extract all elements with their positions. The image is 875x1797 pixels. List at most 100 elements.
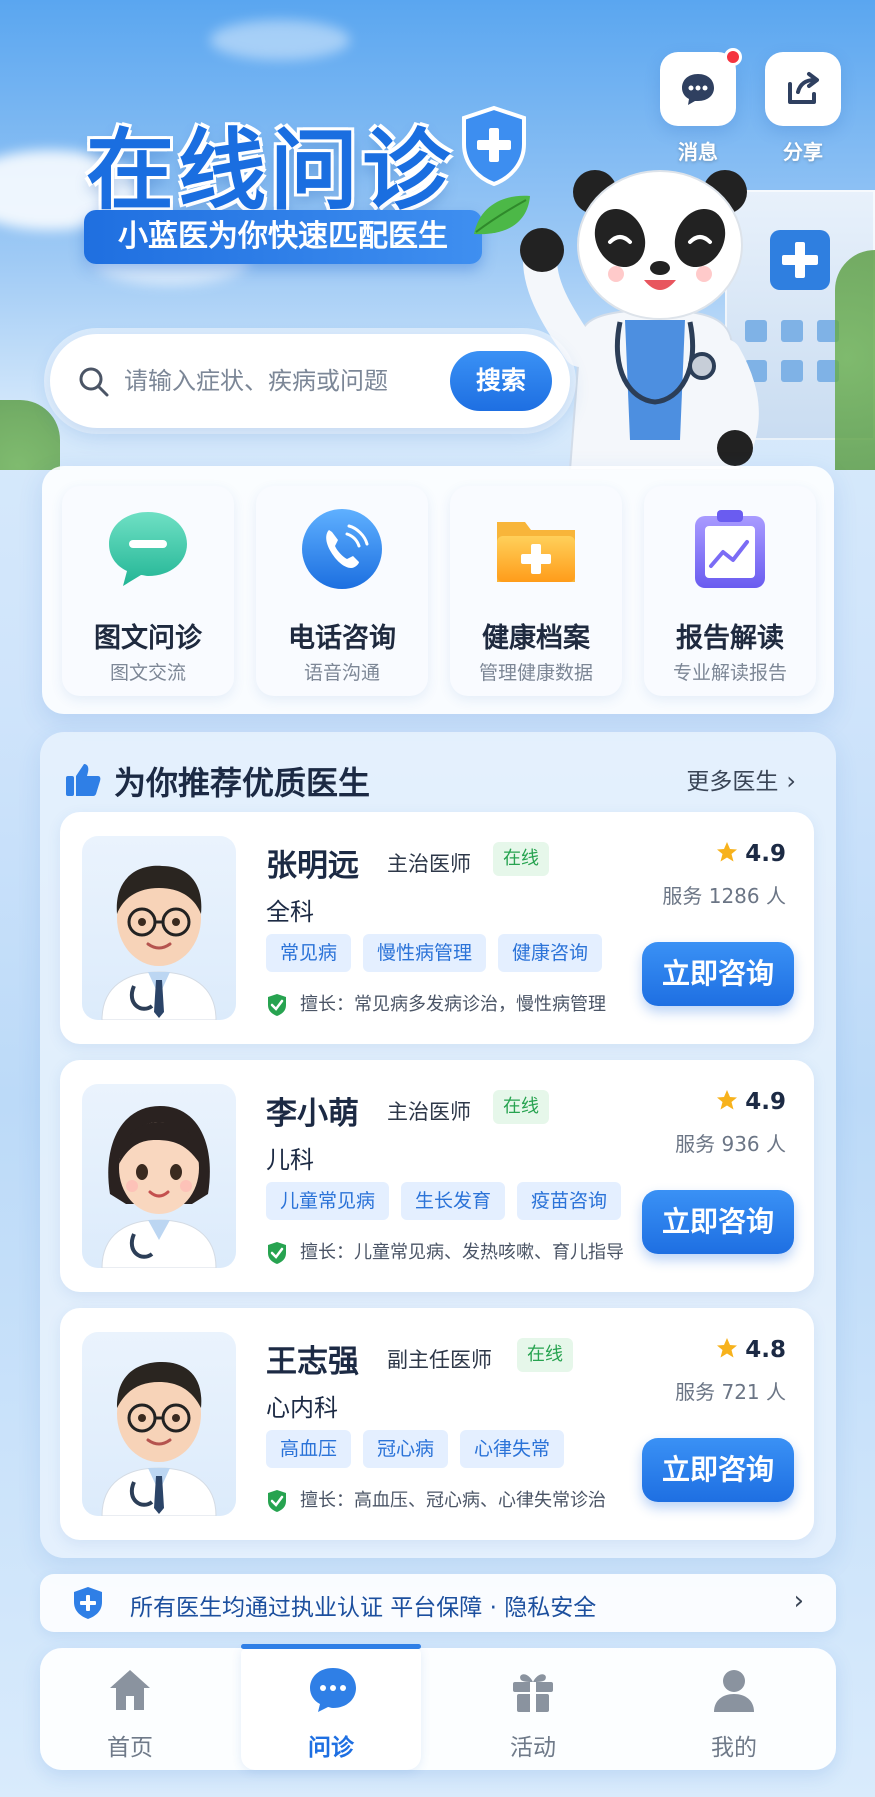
specialty-tag: 慢性病管理 [363, 934, 487, 972]
nav-label: 活动 [510, 1735, 556, 1761]
gift-icon [513, 1674, 553, 1712]
shield-plus-icon [74, 1587, 102, 1619]
nav-item-consult[interactable]: 问诊 [241, 1644, 421, 1770]
verified-check-icon [268, 1242, 286, 1264]
more-doctors-link[interactable]: 更多医生 › [686, 762, 796, 796]
online-status-badge: 在线 [517, 1338, 573, 1372]
thumbs-up-icon [66, 764, 101, 796]
service-report-interpretation[interactable]: 报告解读 专业解读报告 [644, 486, 816, 696]
certification-notice[interactable]: 所有医生均通过执业认证 平台保障 · 隐私安全 › [40, 1574, 836, 1632]
nav-label: 问诊 [308, 1735, 354, 1761]
doctor-tags: 常见病 慢性病管理 健康咨询 [266, 934, 614, 972]
online-status-badge: 在线 [493, 1090, 549, 1124]
specialty-tag: 健康咨询 [498, 934, 603, 972]
served-count: 服务 721 人 [675, 1380, 786, 1404]
notice-text: 所有医生均通过执业认证 平台保障 · 隐私安全 [130, 1595, 597, 1621]
message-label: 消息 [678, 140, 718, 164]
service-health-records[interactable]: 健康档案 管理健康数据 [450, 486, 622, 696]
service-subtitle: 管理健康数据 [478, 662, 593, 684]
search-bar: 搜索 [50, 334, 570, 428]
star-icon [717, 1338, 738, 1358]
doctor-name: 张明远 [266, 848, 359, 884]
consult-now-button[interactable]: 立即咨询 [642, 1190, 794, 1254]
rating-value: 4.9 [745, 841, 786, 867]
doctor-title: 主治医师 [387, 1100, 471, 1124]
doctor-title: 副主任医师 [387, 1348, 492, 1372]
specialty-tag: 儿童常见病 [266, 1182, 390, 1220]
skill-text: 擅长：高血压、冠心病、心律失常诊治 [300, 1490, 606, 1511]
specialty-tag: 冠心病 [363, 1430, 449, 1468]
nav-item-home[interactable]: 首页 [40, 1648, 220, 1770]
service-title: 报告解读 [676, 623, 784, 654]
doctor-department: 心内科 [266, 1394, 338, 1422]
phone-icon [302, 509, 382, 589]
doctor-skill: 擅长：常见病多发病诊治，慢性病管理 [266, 990, 606, 1017]
doctor-card[interactable]: 张明远 主治医师 在线 全科 常见病 慢性病管理 健康咨询 擅长：常见病多发病诊治，… [60, 812, 814, 1044]
served-count: 服务 1286 人 [662, 884, 786, 908]
search-button[interactable]: 搜索 [450, 351, 552, 411]
chevron-right-icon: › [786, 767, 796, 795]
report-clipboard-icon [695, 510, 765, 588]
nav-label: 我的 [711, 1735, 757, 1761]
nav-item-profile[interactable]: 我的 [644, 1648, 824, 1770]
share-button[interactable] [765, 52, 841, 126]
consult-now-button[interactable]: 立即咨询 [642, 1438, 794, 1502]
doctor-skill: 擅长：儿童常见病、发热咳嗽、育儿指导 [266, 1238, 624, 1265]
profile-icon [714, 1670, 754, 1712]
nav-item-activity[interactable]: 活动 [443, 1648, 623, 1770]
health-folder-icon [497, 522, 575, 582]
recommended-doctors-section: 为你推荐优质医生 更多医生 › 张明远 主治医师 在线 全科 常见病 慢性病管理… [40, 732, 836, 1558]
doctor-title: 主治医师 [387, 852, 471, 876]
home-icon [110, 1670, 150, 1710]
consult-chat-icon [310, 1668, 356, 1712]
doctor-name: 李小萌 [266, 1096, 359, 1132]
service-title: 健康档案 [482, 623, 590, 654]
doctor-rating: 4.9 [715, 1088, 786, 1115]
specialty-tag: 心律失常 [460, 1430, 565, 1468]
search-icon [79, 367, 109, 397]
share-icon [788, 72, 819, 104]
chevron-right-icon: › [793, 1586, 804, 1616]
nav-label: 首页 [107, 1735, 153, 1761]
service-subtitle: 语音沟通 [303, 662, 380, 684]
page-title: 在线问诊 [86, 119, 455, 222]
specialty-tag: 生长发育 [401, 1182, 506, 1220]
service-phone-consult[interactable]: 电话咨询 语音沟通 [256, 486, 428, 696]
doctor-tags: 高血压 冠心病 心律失常 [266, 1430, 576, 1468]
doctor-tags: 儿童常见病 生长发育 疫苗咨询 [266, 1182, 633, 1220]
service-image-text-consult[interactable]: 图文问诊 图文交流 [62, 486, 234, 696]
rating-value: 4.9 [745, 1089, 786, 1115]
online-status-badge: 在线 [493, 842, 549, 876]
doctor-name: 王志强 [266, 1344, 359, 1380]
verified-check-icon [268, 1490, 286, 1512]
hero-subtitle: 小蓝医为你快速匹配医生 [84, 210, 482, 264]
bottom-navigation: 首页 问诊 活动 我的 [40, 1644, 836, 1770]
avatar [82, 1332, 236, 1516]
star-icon [717, 1090, 738, 1110]
doctor-card[interactable]: 王志强 副主任医师 在线 心内科 高血压 冠心病 心律失常 擅长：高血压、冠心病、心… [60, 1308, 814, 1540]
service-subtitle: 图文交流 [109, 662, 186, 684]
panda-doctor-mascot [520, 170, 759, 470]
service-title: 电话咨询 [288, 623, 396, 654]
message-icon [682, 74, 714, 105]
doctor-card[interactable]: 李小萌 主治医师 在线 儿科 儿童常见病 生长发育 疫苗咨询 擅长：儿童常见病、发热… [60, 1060, 814, 1292]
star-icon [717, 842, 738, 862]
doctor-rating: 4.8 [715, 1336, 786, 1363]
search-input[interactable] [124, 354, 424, 408]
consult-now-button[interactable]: 立即咨询 [642, 942, 794, 1006]
specialty-tag: 高血压 [266, 1430, 352, 1468]
service-grid: 图文问诊 图文交流 电话咨询 语音沟通 健康档案 管理健康数据 报告解读 专业解… [42, 466, 834, 714]
doctor-department: 全科 [266, 898, 314, 926]
doctor-skill: 擅长：高血压、冠心病、心律失常诊治 [266, 1486, 606, 1513]
rating-value: 4.8 [745, 1337, 786, 1363]
specialty-tag: 常见病 [266, 934, 352, 972]
message-button[interactable] [660, 48, 742, 126]
avatar [82, 836, 236, 1020]
more-doctors-label: 更多医生 [686, 769, 779, 795]
notification-badge [724, 48, 742, 66]
skill-text: 擅长：儿童常见病、发热咳嗽、育儿指导 [300, 1242, 624, 1263]
section-title: 为你推荐优质医生 [114, 764, 371, 802]
served-count: 服务 936 人 [675, 1132, 786, 1156]
chat-bubble-icon [109, 512, 187, 586]
verified-check-icon [268, 994, 286, 1016]
